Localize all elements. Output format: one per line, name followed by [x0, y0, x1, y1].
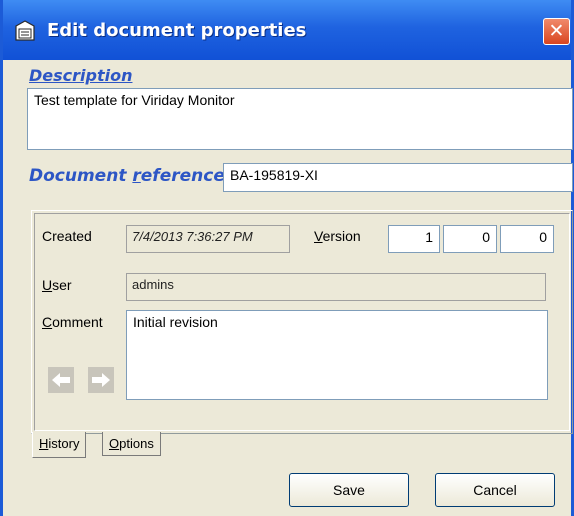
user-field: admins — [126, 273, 546, 301]
dialog-window: Edit document properties ✕ Description T… — [0, 0, 574, 516]
previous-version-button[interactable] — [48, 367, 74, 393]
close-icon: ✕ — [548, 20, 565, 42]
save-button[interactable]: Save — [289, 473, 409, 507]
document-reference-field[interactable]: BA-195819-XI — [223, 163, 573, 192]
created-label: Created — [42, 228, 92, 244]
version-revision-field[interactable]: 0 — [500, 225, 554, 253]
arrow-left-icon — [52, 373, 70, 387]
version-label: Version — [314, 228, 361, 244]
window-title: Edit document properties — [47, 20, 307, 41]
close-button[interactable]: ✕ — [543, 18, 570, 45]
comment-label: Comment — [42, 314, 103, 330]
tab-history[interactable]: History — [32, 432, 87, 458]
created-field: 7/4/2013 7:36:27 PM — [126, 225, 290, 253]
title-bar[interactable]: Edit document properties ✕ — [3, 0, 571, 60]
version-major-field[interactable]: 1 — [388, 225, 440, 253]
version-minor-field[interactable]: 0 — [443, 225, 497, 253]
next-version-button[interactable] — [88, 367, 114, 393]
cancel-button[interactable]: Cancel — [435, 473, 555, 507]
arrow-right-icon — [92, 373, 110, 387]
history-tab-panel: Created 7/4/2013 7:36:27 PM Version 1 0 … — [31, 210, 573, 434]
description-label: Description — [29, 66, 133, 85]
user-label: User — [42, 277, 72, 293]
document-reference-label: Document reference — [29, 166, 225, 186]
comment-field[interactable]: Initial revision — [126, 310, 548, 400]
tab-options[interactable]: Options — [102, 432, 161, 456]
document-properties-icon — [13, 20, 37, 42]
description-field[interactable]: Test template for Viriday Monitor — [27, 88, 573, 150]
